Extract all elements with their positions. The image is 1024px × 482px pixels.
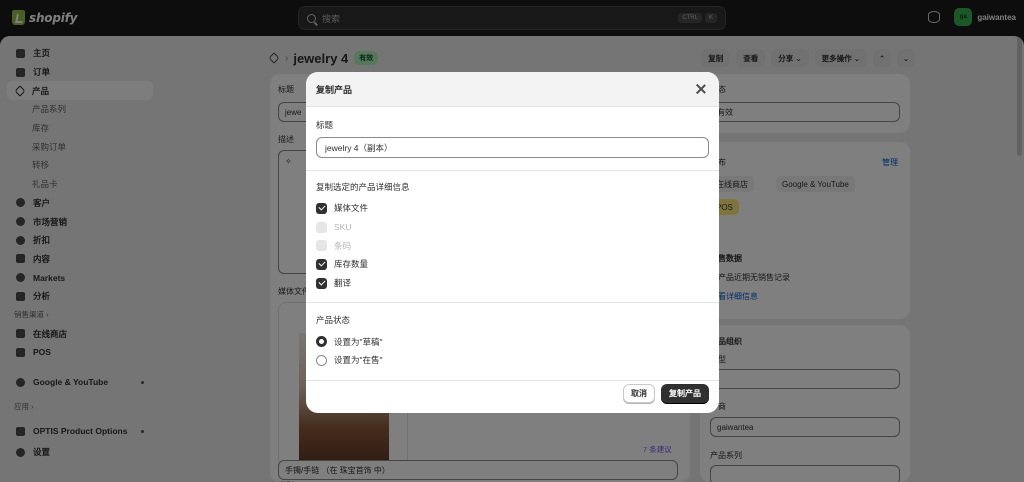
dialog-footer: 取消 复制产品 — [306, 373, 719, 413]
copy-details-section: 复制选定的产品详细信息 媒体文件 SKU 条码 库存数量 翻译 — [306, 171, 719, 304]
option-sku: SKU — [316, 218, 709, 237]
option-label: SKU — [334, 222, 352, 233]
option-label: 库存数量 — [334, 259, 369, 270]
status-section: 产品状态 设置为"草稿" 设置为"在售" — [306, 303, 719, 381]
option-label: 条码 — [334, 240, 352, 251]
option-label: 翻译 — [334, 278, 352, 289]
option-media[interactable]: 媒体文件 — [316, 199, 709, 218]
radio-unselected-icon[interactable] — [316, 354, 327, 366]
checkbox-checked-icon[interactable] — [316, 277, 327, 289]
checkbox-checked-icon[interactable] — [316, 202, 327, 214]
dialog-header: 复制产品 — [306, 72, 719, 107]
product-status-label: 产品状态 — [316, 315, 351, 326]
duplicate-title-input[interactable]: jewelry 4（副本） — [316, 137, 709, 158]
option-translations[interactable]: 翻译 — [316, 274, 709, 293]
option-label: 设置为"在售" — [334, 355, 383, 366]
checkbox-disabled-icon — [316, 240, 327, 252]
dialog-title-field-label: 标题 — [316, 120, 334, 130]
checkbox-disabled-icon — [316, 221, 327, 233]
duplicate-title-value: jewelry 4（副本） — [325, 142, 393, 153]
option-inventory-quantity[interactable]: 库存数量 — [316, 255, 709, 274]
title-section: 标题 jewelry 4（副本） — [306, 107, 719, 171]
option-label: 媒体文件 — [334, 203, 369, 214]
option-label: 设置为"草稿" — [334, 336, 383, 347]
duplicate-product-button[interactable]: 复制产品 — [661, 383, 709, 403]
status-active-option[interactable]: 设置为"在售" — [316, 351, 709, 370]
checkbox-checked-icon[interactable] — [316, 258, 327, 270]
duplicate-product-dialog: 复制产品 标题 jewelry 4（副本） 复制选定的产品详细信息 媒体文件 S… — [306, 72, 719, 413]
copy-details-label: 复制选定的产品详细信息 — [316, 182, 410, 192]
dialog-title: 复制产品 — [316, 84, 353, 95]
close-icon[interactable] — [695, 83, 707, 95]
cancel-button[interactable]: 取消 — [623, 383, 655, 403]
status-draft-option[interactable]: 设置为"草稿" — [316, 332, 709, 351]
option-barcode: 条码 — [316, 236, 709, 255]
radio-selected-icon[interactable] — [316, 336, 327, 348]
